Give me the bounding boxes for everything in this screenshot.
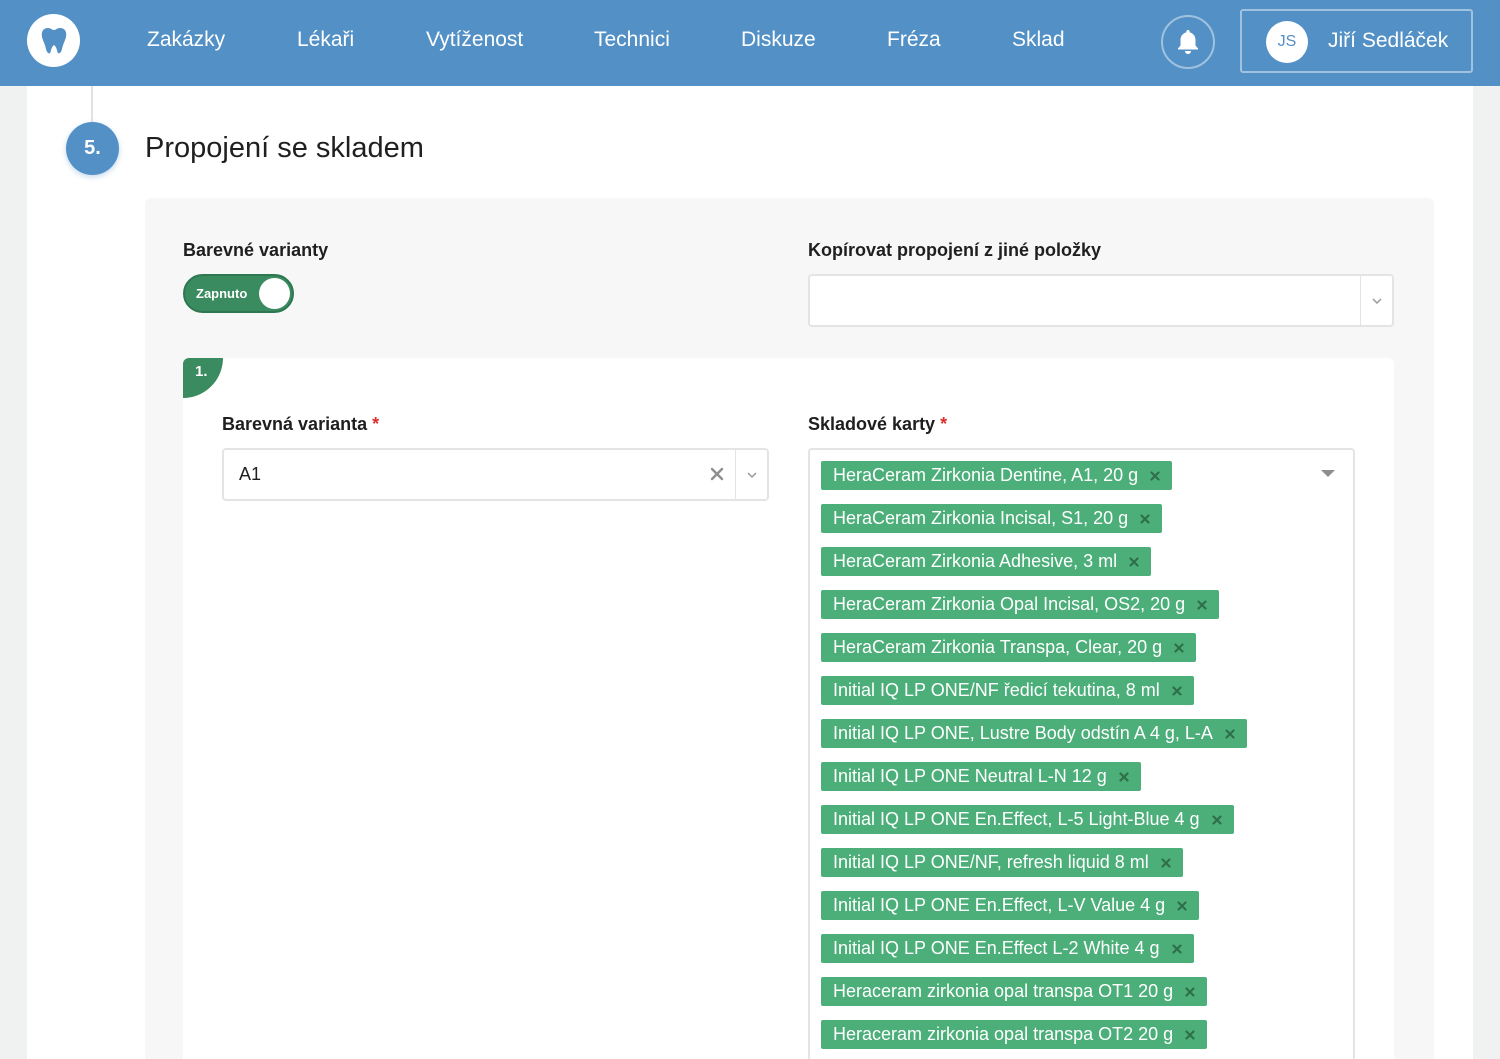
stock-card-tag: Heraceram zirkonia opal transpa OT1 20 g bbox=[821, 977, 1208, 1006]
stock-card-tag: Initial IQ LP ONE Neutral L-N 12 g bbox=[821, 762, 1141, 791]
stock-card-tag: HeraCeram Zirkonia Opal Incisal, OS2, 20… bbox=[821, 590, 1220, 619]
remove-tag-icon[interactable] bbox=[1200, 805, 1234, 834]
color-variants-label: Barevné varianty bbox=[183, 240, 329, 260]
remove-tag-icon[interactable] bbox=[1107, 762, 1141, 791]
remove-tag-icon[interactable] bbox=[1165, 891, 1199, 920]
chevron-down-icon bbox=[746, 471, 757, 478]
avatar: JS bbox=[1266, 21, 1308, 63]
stock-card-tag: Initial IQ LP ONE En.Effect, L-V Value 4… bbox=[821, 891, 1200, 920]
stock-card-tag: HeraCeram Zirkonia Transpa, Clear, 20 g bbox=[821, 633, 1197, 662]
nav-item-freza[interactable]: Fréza bbox=[887, 27, 941, 53]
variant-index: 1. bbox=[195, 363, 208, 380]
stock-card-tag: HeraCeram Zirkonia Dentine, A1, 20 g bbox=[821, 461, 1173, 490]
stock-card-tag-label: HeraCeram Zirkonia Transpa, Clear, 20 g bbox=[833, 637, 1163, 657]
nav-item-sklad[interactable]: Sklad bbox=[1012, 27, 1065, 53]
stock-card-tag: HeraCeram Zirkonia Incisal, S1, 20 g bbox=[821, 504, 1163, 533]
stock-cards-label: Skladové karty * bbox=[808, 414, 948, 434]
dropdown-toggle[interactable] bbox=[735, 450, 767, 499]
remove-tag-icon[interactable] bbox=[1173, 977, 1207, 1006]
color-variant-label: Barevná varianta * bbox=[222, 414, 380, 434]
required-mark: * bbox=[940, 414, 948, 434]
stock-cards-multiselect[interactable]: HeraCeram Zirkonia Dentine, A1, 20 g Hera… bbox=[808, 448, 1355, 1059]
stock-card-tag-label: HeraCeram Zirkonia Opal Incisal, OS2, 20… bbox=[833, 594, 1186, 614]
remove-tag-icon[interactable] bbox=[1149, 848, 1183, 877]
caret-down-icon[interactable] bbox=[1321, 470, 1335, 477]
stock-card-tag-label: Initial IQ LP ONE/NF ředicí tekutina, 8 … bbox=[833, 680, 1160, 700]
stock-card-tag: Initial IQ LP ONE, Lustre Body odstín A … bbox=[821, 719, 1247, 748]
clear-icon[interactable] bbox=[707, 464, 727, 484]
stock-card-tag-label: Initial IQ LP ONE En.Effect, L-V Value 4… bbox=[833, 895, 1166, 915]
stock-card-tag-label: Initial IQ LP ONE En.Effect L-2 White 4 … bbox=[833, 938, 1160, 958]
remove-tag-icon[interactable] bbox=[1162, 633, 1196, 662]
copy-connection-label: Kopírovat propojení z jiné položky bbox=[808, 240, 1102, 260]
color-variant-select[interactable]: A1 bbox=[222, 448, 769, 501]
nav-item-zakazky[interactable]: Zakázky bbox=[147, 27, 225, 53]
stock-card-tag-label: HeraCeram Zirkonia Dentine, A1, 20 g bbox=[833, 465, 1139, 485]
variant-index-badge: 1. bbox=[183, 358, 223, 398]
stock-card-tag: HeraCeram Zirkonia Adhesive, 3 ml bbox=[821, 547, 1152, 576]
remove-tag-icon[interactable] bbox=[1213, 719, 1247, 748]
stock-card-tag-label: Initial IQ LP ONE, Lustre Body odstín A … bbox=[833, 723, 1213, 743]
toggle-label: Zapnuto bbox=[196, 286, 248, 301]
bell-icon bbox=[1178, 30, 1198, 54]
remove-tag-icon[interactable] bbox=[1173, 1020, 1207, 1049]
remove-tag-icon[interactable] bbox=[1185, 590, 1219, 619]
dropdown-toggle[interactable] bbox=[1360, 276, 1392, 325]
stock-card-tag-label: HeraCeram Zirkonia Incisal, S1, 20 g bbox=[833, 508, 1129, 528]
stock-card-tag: Heraceram zirkonia opal transpa OT2 20 g bbox=[821, 1020, 1208, 1049]
user-menu[interactable]: JS Jiří Sedláček bbox=[1240, 9, 1473, 73]
remove-tag-icon[interactable] bbox=[1160, 934, 1194, 963]
variant-card: 1. Barevná varianta * A1 Skladové karty … bbox=[183, 358, 1394, 1059]
nav-item-technici[interactable]: Technici bbox=[594, 27, 670, 53]
copy-connection-select[interactable] bbox=[808, 274, 1394, 327]
stock-card-tag-label: HeraCeram Zirkonia Adhesive, 3 ml bbox=[833, 551, 1118, 571]
toggle-knob bbox=[259, 278, 290, 309]
nav-item-diskuze[interactable]: Diskuze bbox=[741, 27, 816, 53]
nav-item-vytizenost[interactable]: Vytíženost bbox=[426, 27, 523, 53]
color-variant-value: A1 bbox=[239, 464, 262, 484]
required-mark: * bbox=[372, 414, 380, 434]
user-name: Jiří Sedláček bbox=[1328, 29, 1449, 52]
remove-tag-icon[interactable] bbox=[1138, 461, 1172, 490]
chevron-down-icon bbox=[1371, 297, 1382, 304]
step-number: 5. bbox=[66, 122, 119, 175]
color-variants-toggle[interactable]: Zapnuto bbox=[183, 274, 294, 313]
nav-item-lekari[interactable]: Lékaři bbox=[297, 27, 354, 53]
stock-connection-panel: Barevné varianty Zapnuto Kopírovat propo… bbox=[145, 198, 1434, 1059]
tooth-icon bbox=[41, 27, 66, 53]
stock-card-tag: Initial IQ LP ONE En.Effect L-2 White 4 … bbox=[821, 934, 1194, 963]
stock-card-tag-label: Initial IQ LP ONE En.Effect, L-5 Light-B… bbox=[833, 809, 1200, 829]
stock-card-tag-label: Initial IQ LP ONE/NF, refresh liquid 8 m… bbox=[833, 852, 1149, 872]
notifications-button[interactable] bbox=[1161, 15, 1215, 69]
stock-card-tag-label: Initial IQ LP ONE Neutral L-N 12 g bbox=[833, 766, 1107, 786]
remove-tag-icon[interactable] bbox=[1160, 676, 1194, 705]
section-title: Propojení se skladem bbox=[145, 132, 424, 164]
main-content: 5. Propojení se skladem Barevné varianty… bbox=[27, 86, 1473, 1059]
stock-card-tag-label: Heraceram zirkonia opal transpa OT2 20 g bbox=[833, 1024, 1174, 1044]
remove-tag-icon[interactable] bbox=[1128, 504, 1162, 533]
stock-card-tags: HeraCeram Zirkonia Dentine, A1, 20 g Hera… bbox=[821, 461, 1311, 1059]
stock-card-tag: Initial IQ LP ONE En.Effect, L-5 Light-B… bbox=[821, 805, 1234, 834]
top-navbar: Zakázky Lékaři Vytíženost Technici Disku… bbox=[0, 0, 1500, 86]
stock-card-tag: Initial IQ LP ONE/NF, refresh liquid 8 m… bbox=[821, 848, 1183, 877]
stock-card-tag-label: Heraceram zirkonia opal transpa OT1 20 g bbox=[833, 981, 1174, 1001]
remove-tag-icon[interactable] bbox=[1117, 547, 1151, 576]
logo[interactable] bbox=[27, 14, 80, 67]
timeline-line bbox=[91, 86, 93, 122]
stock-card-tag: Initial IQ LP ONE/NF ředicí tekutina, 8 … bbox=[821, 676, 1194, 705]
